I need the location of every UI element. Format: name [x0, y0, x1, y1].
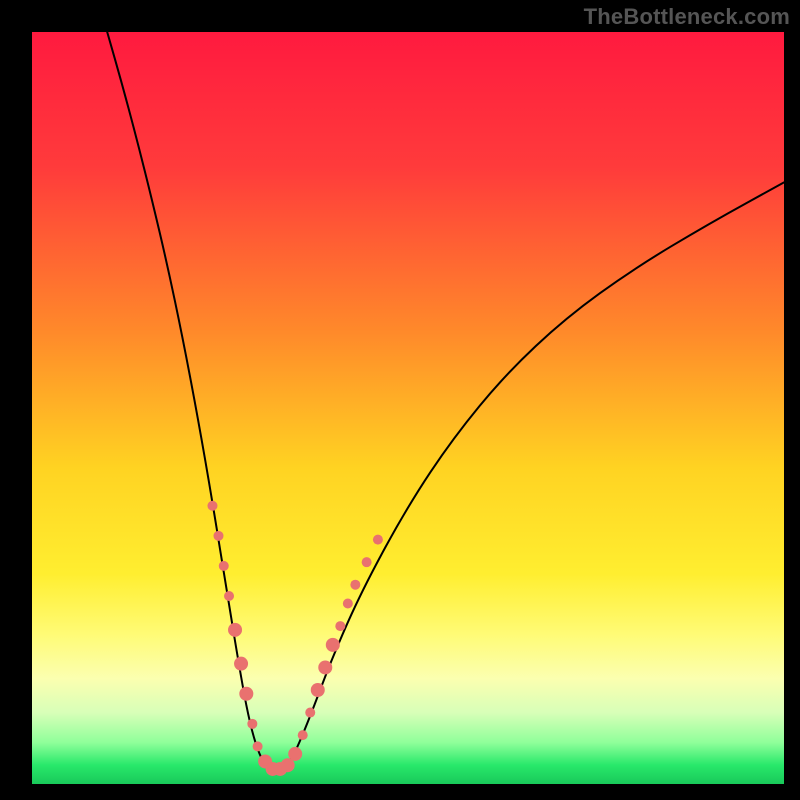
- plot-background: [32, 32, 784, 784]
- curve-marker: [335, 621, 345, 631]
- chart-frame: TheBottleneck.com: [0, 0, 800, 800]
- curve-marker: [213, 531, 223, 541]
- curve-marker: [288, 747, 302, 761]
- curve-marker: [247, 719, 257, 729]
- curve-marker: [373, 535, 383, 545]
- curve-marker: [305, 708, 315, 718]
- curve-marker: [234, 657, 248, 671]
- curve-marker: [219, 561, 229, 571]
- curve-marker: [228, 623, 242, 637]
- bottleneck-chart: [0, 0, 800, 800]
- curve-marker: [224, 591, 234, 601]
- curve-marker: [311, 683, 325, 697]
- curve-marker: [239, 687, 253, 701]
- curve-marker: [362, 557, 372, 567]
- curve-marker: [350, 580, 360, 590]
- curve-marker: [207, 501, 217, 511]
- curve-marker: [253, 741, 263, 751]
- curve-marker: [326, 638, 340, 652]
- curve-marker: [298, 730, 308, 740]
- curve-marker: [343, 599, 353, 609]
- curve-marker: [318, 660, 332, 674]
